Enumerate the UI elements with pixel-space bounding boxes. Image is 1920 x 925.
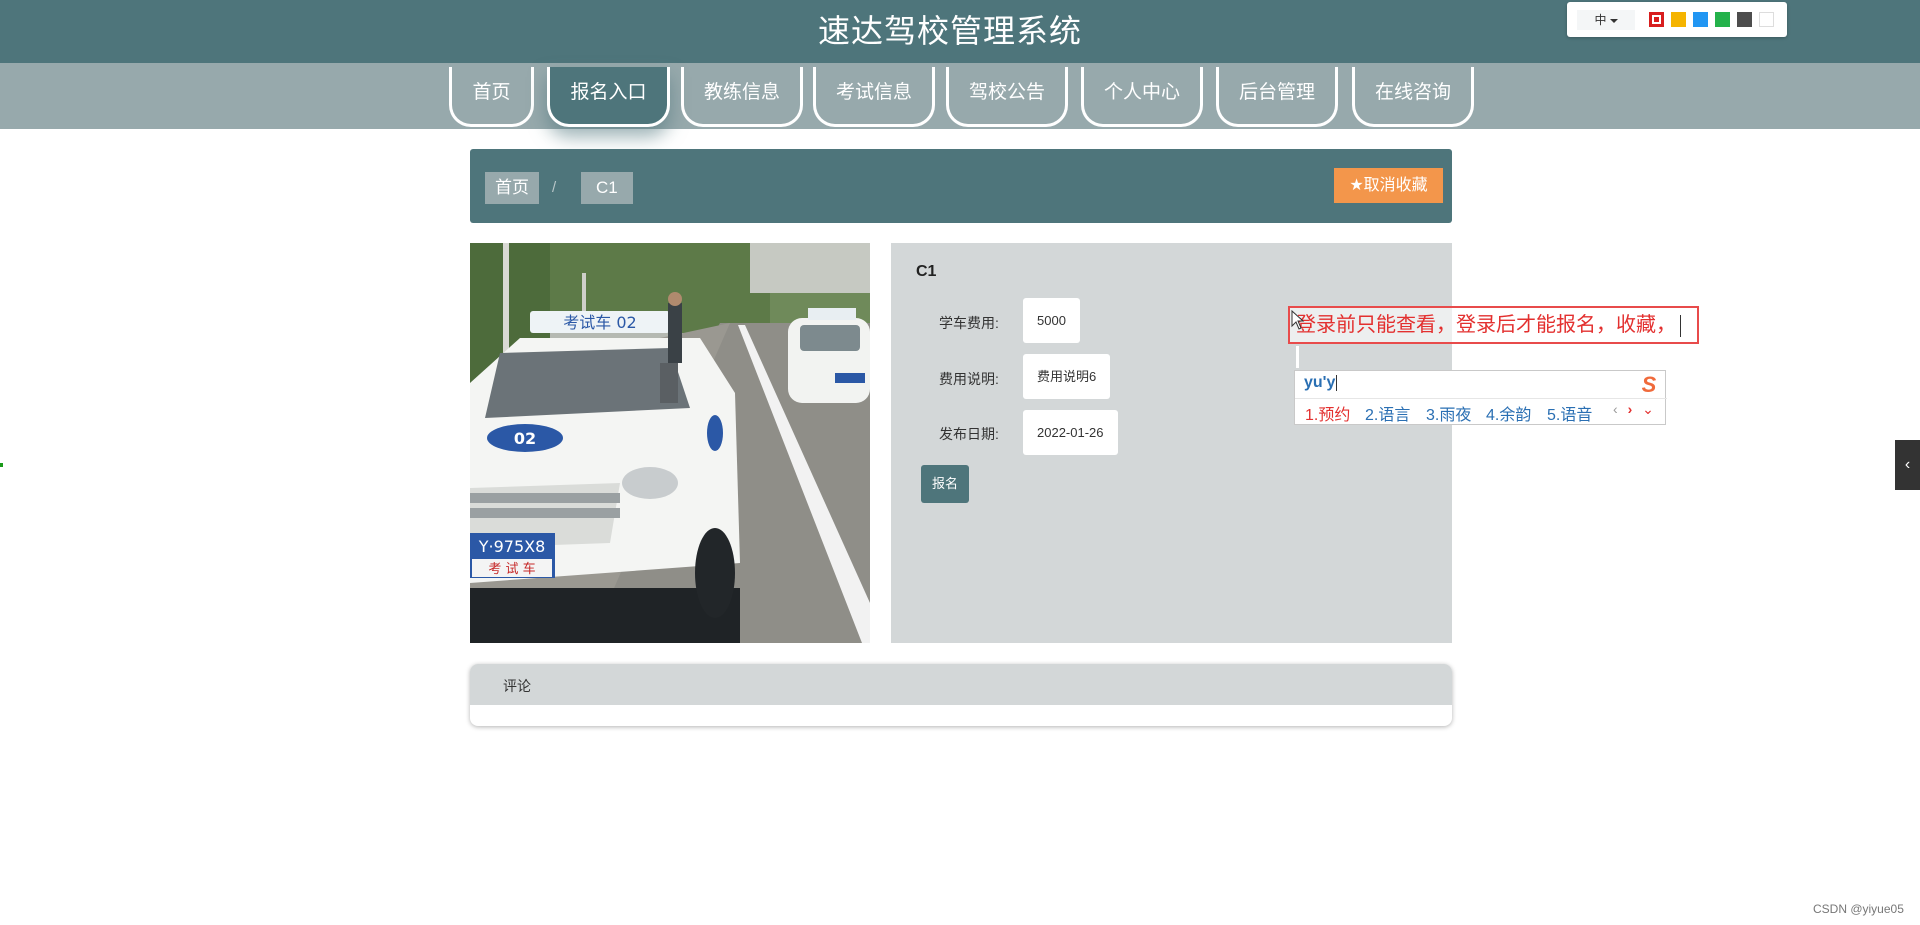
theme-swatch-green[interactable]	[1715, 12, 1730, 27]
breadcrumb-current: C1	[581, 172, 633, 204]
chevron-left-icon[interactable]: ‹	[1613, 401, 1618, 417]
nav-label: 首页	[472, 82, 511, 103]
theme-swatch-blue[interactable]	[1693, 12, 1708, 27]
breadcrumb-separator: /	[552, 179, 557, 196]
training-car-image: 考试车 02 02 Y·975X8 考 试 车	[470, 243, 870, 643]
fee-label: 学车费用:	[939, 315, 999, 331]
ime-page-controls: ‹ › ⌄	[1613, 401, 1654, 418]
svg-text:Y·975X8: Y·975X8	[478, 537, 546, 556]
signup-button[interactable]: 报名	[921, 465, 969, 503]
unfavorite-label: 取消收藏	[1363, 177, 1428, 194]
breadcrumb-home[interactable]: 首页	[485, 172, 539, 204]
svg-text:考试车 02: 考试车 02	[563, 313, 636, 332]
ime-pinyin-text: yu'y	[1304, 374, 1336, 391]
watermark: CSDN @yiyue05	[1813, 902, 1904, 916]
publish-date-value: 2022-01-26	[1023, 410, 1118, 455]
svg-text:考 试 车: 考 试 车	[488, 561, 535, 577]
ime-candidate-popup: yu'y S 1.预约 2.语言 3.雨夜 4.余韵 5.语音 ‹ › ⌄	[1294, 370, 1667, 425]
text-caret	[1336, 374, 1338, 391]
ime-composition-box[interactable]: 登录前只能查看，登录后才能报名，收藏，	[1288, 306, 1699, 344]
nav-label: 考试信息	[835, 82, 912, 103]
ime-caret-marker	[1296, 346, 1299, 368]
top-header: 速达驾校管理系统 中	[0, 0, 1920, 63]
nav-label: 教练信息	[703, 82, 780, 103]
comment-header: 评论	[470, 664, 1452, 705]
fee-value: 5000	[1023, 298, 1080, 343]
ime-divider	[1295, 398, 1667, 399]
fee-description-value: 费用说明6	[1023, 354, 1111, 399]
theme-swatch-white[interactable]	[1759, 12, 1774, 27]
course-detail-panel: C1 学车费用: 5000 费用说明: 费用说明6 发布日期: 2022-01-…	[891, 243, 1452, 643]
nav-label: 驾校公告	[968, 82, 1045, 103]
star-icon: ★	[1349, 177, 1364, 194]
language-label: 中	[1594, 13, 1607, 27]
nav-label: 报名入口	[570, 82, 647, 103]
unfavorite-button[interactable]: ★取消收藏	[1334, 168, 1443, 203]
nav-admin[interactable]: 后台管理	[1216, 67, 1338, 127]
course-photo: 考试车 02 02 Y·975X8 考 试 车	[470, 243, 870, 643]
nav-label: 个人中心	[1103, 82, 1180, 103]
ime-candidate[interactable]: 2.语言	[1365, 401, 1410, 425]
fee-description-label: 费用说明:	[939, 371, 999, 387]
course-title: C1	[916, 263, 937, 280]
nav-profile[interactable]: 个人中心	[1081, 67, 1203, 127]
nav-announcements[interactable]: 驾校公告	[946, 67, 1068, 127]
comment-section: 评论	[470, 664, 1452, 726]
chevron-left-icon: ‹	[1904, 456, 1911, 473]
breadcrumb-bar: 首页 / C1 ★取消收藏	[470, 149, 1452, 223]
ime-candidate[interactable]: 3.雨夜	[1426, 401, 1471, 425]
svg-text:02: 02	[514, 429, 536, 448]
nav-label: 后台管理	[1238, 82, 1315, 103]
caret-down-icon	[1609, 18, 1618, 23]
ime-candidate[interactable]: 4.余韵	[1486, 401, 1531, 425]
chevron-right-icon[interactable]: ›	[1628, 401, 1633, 417]
nav-home[interactable]: 首页	[449, 67, 534, 127]
publish-date-label: 发布日期:	[939, 426, 999, 442]
language-select[interactable]: 中	[1577, 10, 1635, 30]
nav-label: 在线咨询	[1374, 82, 1451, 103]
ime-composed-text: 登录前只能查看，登录后才能报名，收藏，	[1296, 314, 1676, 336]
nav-coaches[interactable]: 教练信息	[681, 67, 803, 127]
theme-swatch-red[interactable]	[1649, 12, 1664, 27]
text-caret	[1680, 314, 1681, 337]
ime-pinyin-input[interactable]: yu'y	[1304, 374, 1338, 392]
mouse-pointer-icon	[1291, 310, 1305, 330]
ime-candidate[interactable]: 1.预约	[1305, 401, 1350, 425]
theme-switcher: 中	[1567, 2, 1787, 37]
edge-marker	[0, 463, 3, 467]
theme-swatch-dark[interactable]	[1737, 12, 1752, 27]
side-panel-toggle[interactable]: ‹	[1895, 440, 1920, 490]
nav-signup[interactable]: 报名入口	[547, 67, 670, 127]
comment-title: 评论	[503, 678, 531, 694]
nav-consult[interactable]: 在线咨询	[1352, 67, 1474, 127]
theme-swatch-yellow[interactable]	[1671, 12, 1686, 27]
main-nav: 首页 报名入口 教练信息 考试信息 驾校公告 个人中心 后台管理 在线咨询	[0, 63, 1920, 129]
chevron-down-icon[interactable]: ⌄	[1642, 401, 1654, 417]
ime-candidate[interactable]: 5.语音	[1547, 401, 1592, 425]
sogou-logo-icon: S	[1641, 372, 1657, 397]
nav-exams[interactable]: 考试信息	[813, 67, 935, 127]
